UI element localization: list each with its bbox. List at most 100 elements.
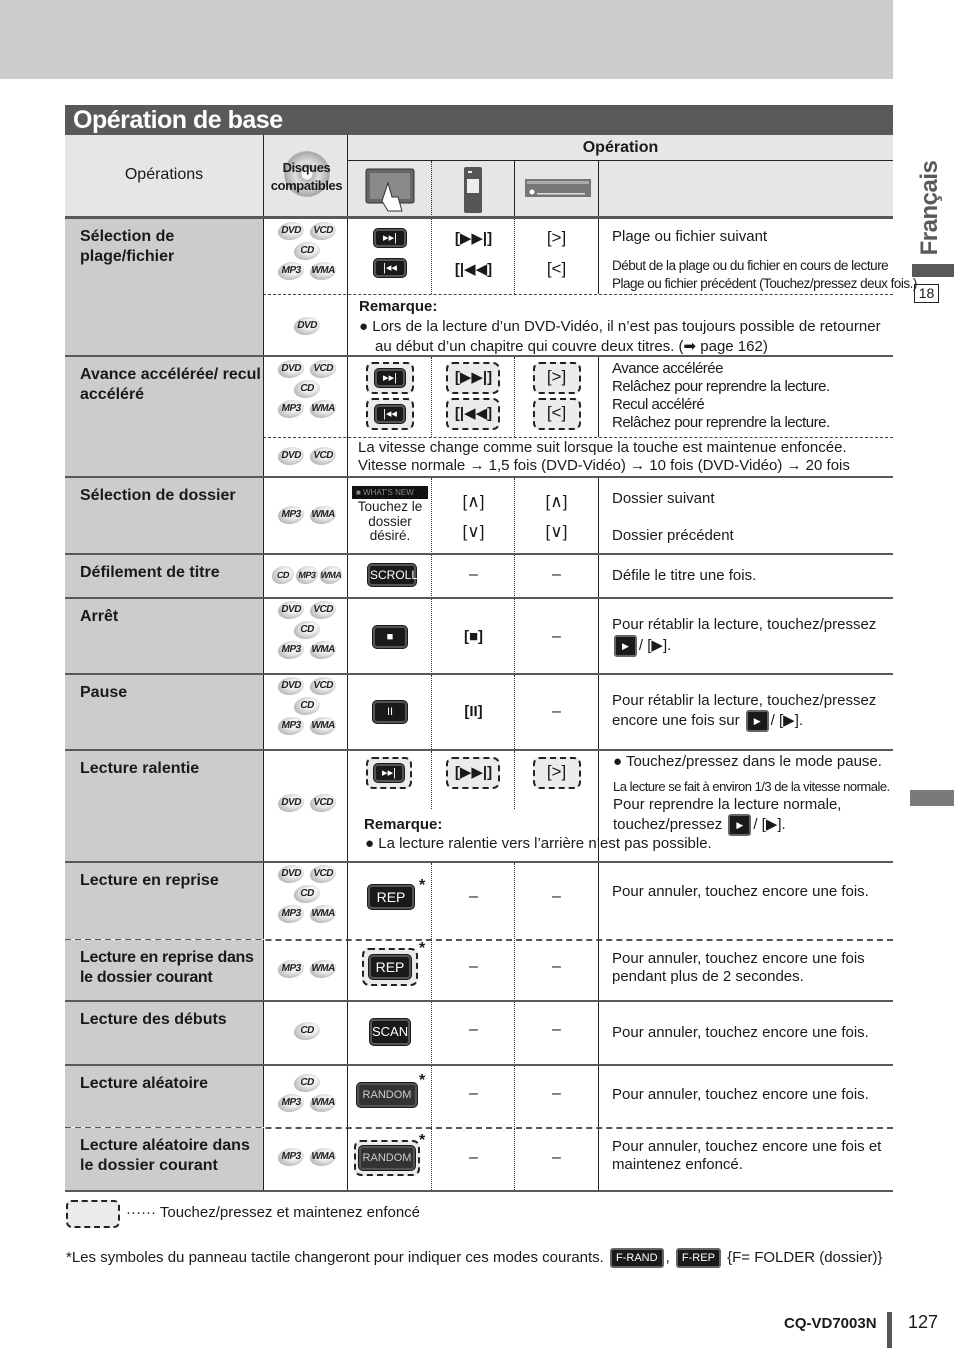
cd-badge: CD: [291, 697, 322, 715]
table-row: Lecture en reprise DVD VCD CD MP3 WMA REP …: [65, 863, 893, 939]
scroll-button[interactable]: SCROLL: [368, 564, 418, 586]
vcd-badge: VCD: [307, 360, 338, 378]
operation-name: Défilement de titre: [65, 555, 263, 598]
remote-cell: [▶▶|]: [432, 751, 515, 809]
disc-cell: DVD VCD CD MP3 WMA DVD: [263, 219, 348, 357]
touch-cell: ▸▸| |◂◂: [348, 219, 432, 294]
mp3-badge: MP3: [275, 960, 306, 978]
folder-random-button[interactable]: RANDOM: [359, 1146, 415, 1170]
repeat-button[interactable]: REP: [368, 885, 414, 909]
table-row: Lecture en reprise dans le dossier coura…: [65, 940, 893, 1001]
cd-badge: CD: [291, 380, 322, 398]
footer-divider: [887, 1312, 892, 1348]
remote-cell: [▶▶|] [|◀◀]: [432, 357, 515, 437]
remote-cell: –: [432, 1002, 515, 1065]
touch-cell: ▸▸|: [348, 751, 432, 809]
touch-cell: ■: [348, 599, 432, 674]
remote-folder-up-key: [∧]: [462, 492, 485, 511]
no-remote-key: –: [469, 1085, 478, 1102]
vcd-badge: VCD: [307, 677, 338, 695]
unit-rew-key: [<]: [546, 403, 567, 422]
desc-text: La lecture se fait à environ 1/3 de la v…: [613, 779, 890, 794]
table-header: Opérations Disques compatibles Opération: [65, 135, 893, 217]
remote-cell: –: [432, 863, 515, 939]
remark-title: Remarque:: [359, 298, 438, 315]
no-remote-key: –: [469, 1149, 478, 1166]
disc-cell: CD: [263, 1002, 348, 1065]
no-unit-key: –: [552, 958, 561, 975]
section-title: Opération de base: [65, 105, 893, 135]
next-track-button[interactable]: ▸▸|: [374, 229, 406, 247]
pause-button[interactable]: II: [373, 701, 407, 723]
random-button[interactable]: RANDOM: [357, 1083, 417, 1107]
remark-text: ● La lecture ralentie vers l’arrière n’e…: [365, 835, 712, 852]
side-marker: [912, 264, 954, 277]
unit-cell: –: [515, 675, 599, 751]
prev-track-button[interactable]: |◂◂: [374, 259, 406, 277]
desc-text: / [▶].: [753, 815, 786, 833]
f-rep-button-icon: F-REP: [675, 1248, 721, 1268]
main-unit-icon: [515, 161, 599, 217]
disc-cell: DVD VCD CD MP3 WMA: [263, 863, 348, 939]
cd-badge: CD: [291, 885, 322, 903]
scan-button[interactable]: SCAN: [370, 1019, 410, 1045]
hold-legend-icon: [66, 1200, 120, 1228]
disc-badges: MP3 WMA: [264, 960, 349, 978]
dvd-badge: DVD: [275, 865, 306, 883]
unit-cell: –: [515, 863, 599, 939]
dvd-badge: DVD: [275, 222, 306, 240]
remark-text: au début d’un chapitre qui couvre deux t…: [375, 338, 768, 355]
table-row: Sélection de plage/fichier DVD VCD CD MP3…: [65, 219, 917, 357]
description-cell: Avance accélérée Relâchez pour reprendre…: [599, 357, 893, 437]
unit-cell: –: [515, 940, 599, 1001]
table-row: Arrêt DVD VCD CD MP3 WMA ■ [■] – Pour réta…: [65, 599, 893, 674]
fast-forward-button[interactable]: ▸▸|: [375, 369, 405, 387]
remote-rew-key: [|◀◀]: [454, 405, 493, 422]
vcd-badge: VCD: [307, 601, 338, 619]
play-button-icon: ▶: [745, 710, 769, 732]
unit-slow-key: [>]: [546, 762, 567, 781]
cd-badge: CD: [291, 1074, 322, 1092]
touch-cell: ▸▸| |◂◂: [348, 357, 432, 437]
touch-panel-icon: [348, 161, 432, 217]
remote-stop-key: [■]: [463, 628, 484, 645]
section-page-ref: 18: [914, 284, 939, 303]
disc-badges: DVD VCD CD MP3 WMA: [264, 865, 349, 923]
desc-text: Pour reprendre la lecture normale,: [613, 796, 842, 813]
operation-name: Sélection de plage/fichier: [65, 219, 263, 357]
table-row: Lecture ralentie DVD VCD ▸▸| [▶▶|] [>] ● …: [65, 751, 893, 863]
unit-cell: [>] [<]: [515, 219, 599, 294]
stop-button[interactable]: ■: [373, 626, 407, 648]
desc-text: ● Touchez/pressez dans le mode pause.: [613, 753, 882, 770]
wma-badge: WMA: [307, 905, 338, 923]
remote-prev-key: [|◀◀]: [454, 261, 493, 278]
operation-name: Avance accélérée/ recul accéléré: [65, 357, 263, 478]
vcd-badge: VCD: [307, 222, 338, 240]
asterisk: *: [419, 940, 426, 957]
wma-badge: WMA: [307, 400, 338, 418]
separator: ,: [665, 1248, 670, 1266]
folder-list-strip[interactable]: ■ WHAT'S NEW: [352, 486, 428, 499]
desc-text: encore une fois sur: [612, 711, 740, 729]
desc-text: Recul accéléré: [612, 396, 705, 413]
rewind-button[interactable]: |◂◂: [375, 405, 405, 423]
remark-note: Remarque: ● Lors de la lecture d’un DVD-…: [359, 297, 899, 357]
folder-repeat-button[interactable]: REP: [369, 955, 411, 979]
cd-badge: CD: [269, 566, 296, 584]
description-cell: Pour rétablir la lecture, touchez/presse…: [599, 599, 893, 674]
disc-badges: DVD VCD: [264, 447, 349, 465]
wma-badge: WMA: [317, 566, 344, 584]
dvd-badge: DVD: [275, 447, 306, 465]
operation-name: Lecture en reprise: [65, 863, 263, 939]
desc-text: Dossier précédent: [612, 527, 734, 544]
footnote-tail: {F= FOLDER (dossier)}: [727, 1248, 883, 1266]
speed-note: La vitesse change comme suit lorsque la …: [358, 439, 898, 475]
disc-badges: MP3 WMA: [264, 1148, 349, 1166]
slow-forward-button[interactable]: ▸▸|: [374, 764, 404, 782]
header-operations: Opérations: [124, 166, 204, 183]
disc-badges: MP3 WMA: [264, 506, 349, 524]
wma-badge: WMA: [307, 506, 338, 524]
language-tab: Français: [916, 160, 943, 256]
desc-text: / [▶].: [770, 711, 804, 729]
wma-badge: WMA: [307, 641, 338, 659]
